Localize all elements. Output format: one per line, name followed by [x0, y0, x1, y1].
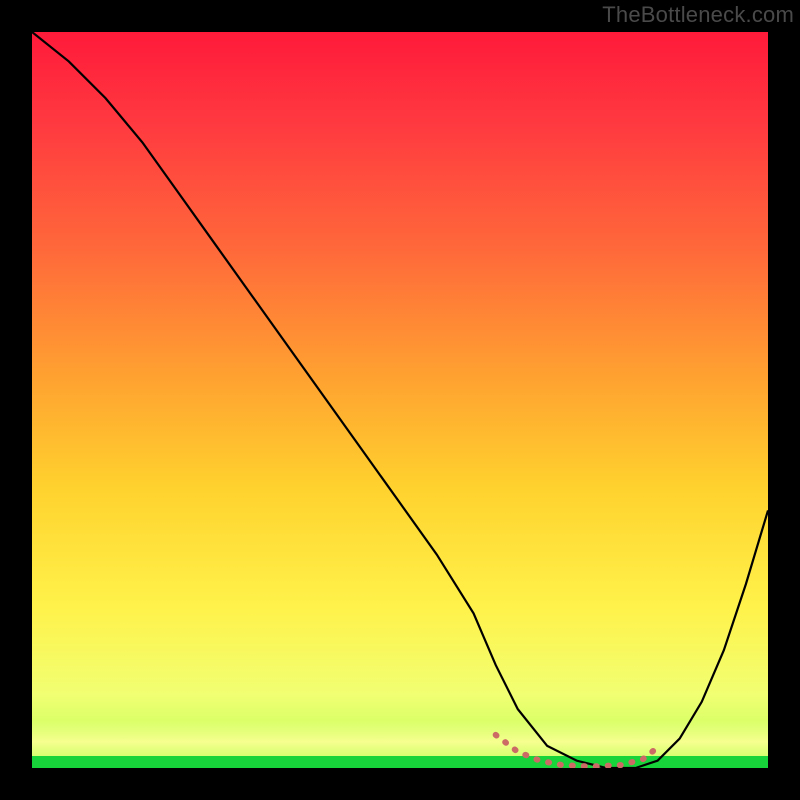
curve-layer [32, 32, 768, 768]
chart-frame: TheBottleneck.com [0, 0, 800, 800]
watermark-text: TheBottleneck.com [602, 2, 794, 28]
series-flat-marker [496, 735, 658, 767]
series-bottleneck-curve [32, 32, 768, 768]
plot-area [32, 32, 768, 768]
